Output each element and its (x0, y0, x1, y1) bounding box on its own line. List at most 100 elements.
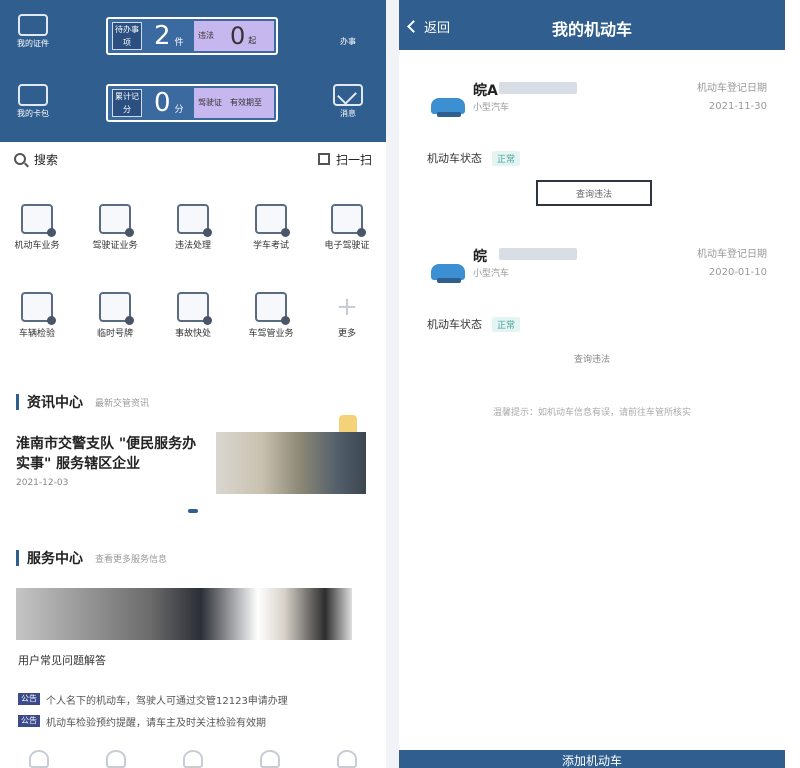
service-violation[interactable]: 违法处理 (156, 204, 230, 252)
news-headline: 淮南市交警支队 "便民服务办实事" 服务辖区企业 (16, 436, 197, 472)
plate-mask (499, 82, 577, 94)
panel-divider (386, 0, 399, 768)
pending-counter[interactable]: 待办事项 2 件 违法 0 起 (106, 17, 278, 55)
service-more[interactable]: + 更多 (310, 292, 384, 340)
exam-icon (255, 204, 290, 237)
service-label: 车辆检验 (18, 329, 55, 339)
home-screen: 我的证件 办事 我的卡包 消息 待办事项 2 件 违法 0 起 累计记分 0 分… (0, 0, 386, 768)
tab-services[interactable] (105, 750, 126, 768)
license-segment[interactable]: 驾驶证 有效期至 (194, 88, 274, 118)
notice-tag: 公告 (18, 693, 40, 705)
counter-unit: 分 (174, 104, 184, 115)
car-icon (431, 98, 465, 117)
service-center-title: 服务中心 查看更多服务信息 (16, 548, 167, 568)
tab-center[interactable] (182, 750, 203, 768)
accident-icon (177, 292, 212, 325)
meta-label: 机动车登记日期 (697, 249, 767, 260)
vehicle-meta: 机动车登记日期 2020-01-10 (697, 246, 767, 282)
vehicle-meta: 机动车登记日期 2021-11-30 (697, 80, 767, 116)
news-date: 2021-12-03 (16, 478, 69, 488)
hero-icon-label: 办事 (340, 37, 356, 46)
carousel-indicator (188, 509, 198, 513)
tab-profile[interactable] (337, 750, 358, 768)
search-icon (14, 153, 26, 165)
counter-value: 2 (154, 21, 171, 51)
segment-value: 0 (230, 22, 246, 50)
service-banner[interactable] (16, 588, 352, 640)
list-item[interactable]: 公告 机动车检验预约提醒，请车主及时关注检验有效期 (18, 710, 368, 732)
vehicle-card[interactable]: 皖A 小型汽车 机动车登记日期 2021-11-30 (427, 76, 767, 136)
news-section-title: 资讯中心 最新交管资讯 (16, 392, 149, 412)
vehicle-plate: 皖A (473, 83, 498, 99)
query-violation-link[interactable]: 查询违法 (399, 352, 785, 365)
search-bar[interactable]: 搜索 扫一扫 (0, 142, 386, 176)
id-card-icon (331, 204, 366, 237)
service-exam[interactable]: 学车考试 (234, 204, 308, 252)
service-label: 机动车业务 (14, 241, 60, 251)
status-badge: 正常 (492, 150, 521, 166)
list-item[interactable]: 公告 个人名下的机动车，驾驶人可通过交管12123申请办理 (18, 688, 368, 710)
car-icon (21, 204, 56, 237)
scan-button[interactable]: 扫一扫 (317, 151, 372, 168)
meta-date: 2020-01-10 (708, 267, 767, 278)
notice-tag: 公告 (18, 715, 40, 727)
service-center-label: 服务中心 (27, 551, 83, 567)
plate-mask (499, 248, 577, 260)
service-e-license[interactable]: 电子驾驶证 (310, 204, 384, 252)
segment-label: 驾驶证 (198, 98, 222, 107)
news-title: 资讯中心 (27, 395, 83, 411)
service-label: 学车考试 (252, 241, 289, 251)
tab-home[interactable] (28, 750, 49, 768)
service-temp-plate[interactable]: 临时号牌 (78, 292, 152, 340)
service-vehicle[interactable]: 机动车业务 (0, 204, 74, 252)
more-icon: + (336, 292, 358, 322)
service-label: 车驾管业务 (248, 329, 294, 339)
counter-value: 0 (154, 88, 171, 118)
vehicle-status-row: 机动车状态 正常 (427, 316, 521, 332)
news-thumbnail (216, 432, 366, 494)
segment-unit: 起 (248, 35, 257, 45)
service-accident[interactable]: 事故快处 (156, 292, 230, 340)
vehicle-plate: 皖 (473, 249, 487, 265)
hero-icon-label: 我的证件 (17, 39, 49, 48)
violation-segment[interactable]: 违法 0 起 (194, 21, 274, 51)
hint-text: 温馨提示：如机动车信息有误，请前往车管所核实 (492, 408, 691, 418)
segment-label: 违法 (198, 31, 214, 40)
bottom-tab-bar (0, 738, 386, 768)
service-license[interactable]: 驾驶证业务 (78, 204, 152, 252)
inspection-icon (21, 292, 56, 325)
scan-icon (317, 153, 330, 165)
service-label: 临时号牌 (96, 329, 133, 339)
vehicle-card[interactable]: 皖 小型汽车 机动车登记日期 2020-01-10 (427, 242, 767, 302)
card-icon (18, 84, 48, 106)
service-label: 违法处理 (174, 241, 211, 251)
service-vehicle-admin[interactable]: 车驾管业务 (234, 292, 308, 340)
service-caption: 用户常见问题解答 (18, 654, 106, 667)
meta-date: 2021-11-30 (708, 101, 767, 112)
card-wallet-button[interactable]: 我的卡包 (8, 84, 58, 119)
tab-messages[interactable] (260, 750, 281, 768)
points-counter[interactable]: 累计记分 0 分 驾驶证 有效期至 (106, 84, 278, 122)
notice-text: 机动车检验预约提醒，请车主及时关注检验有效期 (46, 717, 266, 729)
news-card[interactable]: 淮南市交警支队 "便民服务办实事" 服务辖区企业 2021-12-03 (16, 432, 366, 496)
counter-unit: 件 (174, 37, 184, 48)
vehicle-type: 小型汽车 (473, 103, 510, 113)
plate-icon (99, 292, 134, 325)
messages-button[interactable]: 消息 (323, 84, 373, 119)
query-violation-button[interactable]: 查询违法 (536, 180, 652, 206)
my-documents-button[interactable]: 我的证件 (8, 14, 58, 49)
section-bar (16, 550, 19, 566)
counter-label: 累计记分 (112, 89, 142, 117)
scan-label: 扫一扫 (335, 152, 372, 167)
add-vehicle-button[interactable]: 添加机动车 (399, 750, 785, 768)
service-label: 更多 (337, 329, 356, 339)
search-placeholder: 搜索 (34, 152, 59, 167)
affairs-button[interactable]: 办事 (323, 10, 373, 439)
service-center-subtitle: 查看更多服务信息 (95, 554, 168, 565)
service-label: 事故快处 (174, 329, 211, 339)
service-inspection[interactable]: 车辆检验 (0, 292, 74, 340)
notice-text: 个人名下的机动车，驾驶人可通过交管12123申请办理 (46, 695, 288, 707)
status-label: 机动车状态 (427, 318, 482, 331)
service-list: 公告 个人名下的机动车，驾驶人可通过交管12123申请办理 公告 机动车检验预约… (18, 688, 368, 732)
hero-header: 我的证件 办事 我的卡包 消息 待办事项 2 件 违法 0 起 累计记分 0 分… (0, 0, 386, 439)
